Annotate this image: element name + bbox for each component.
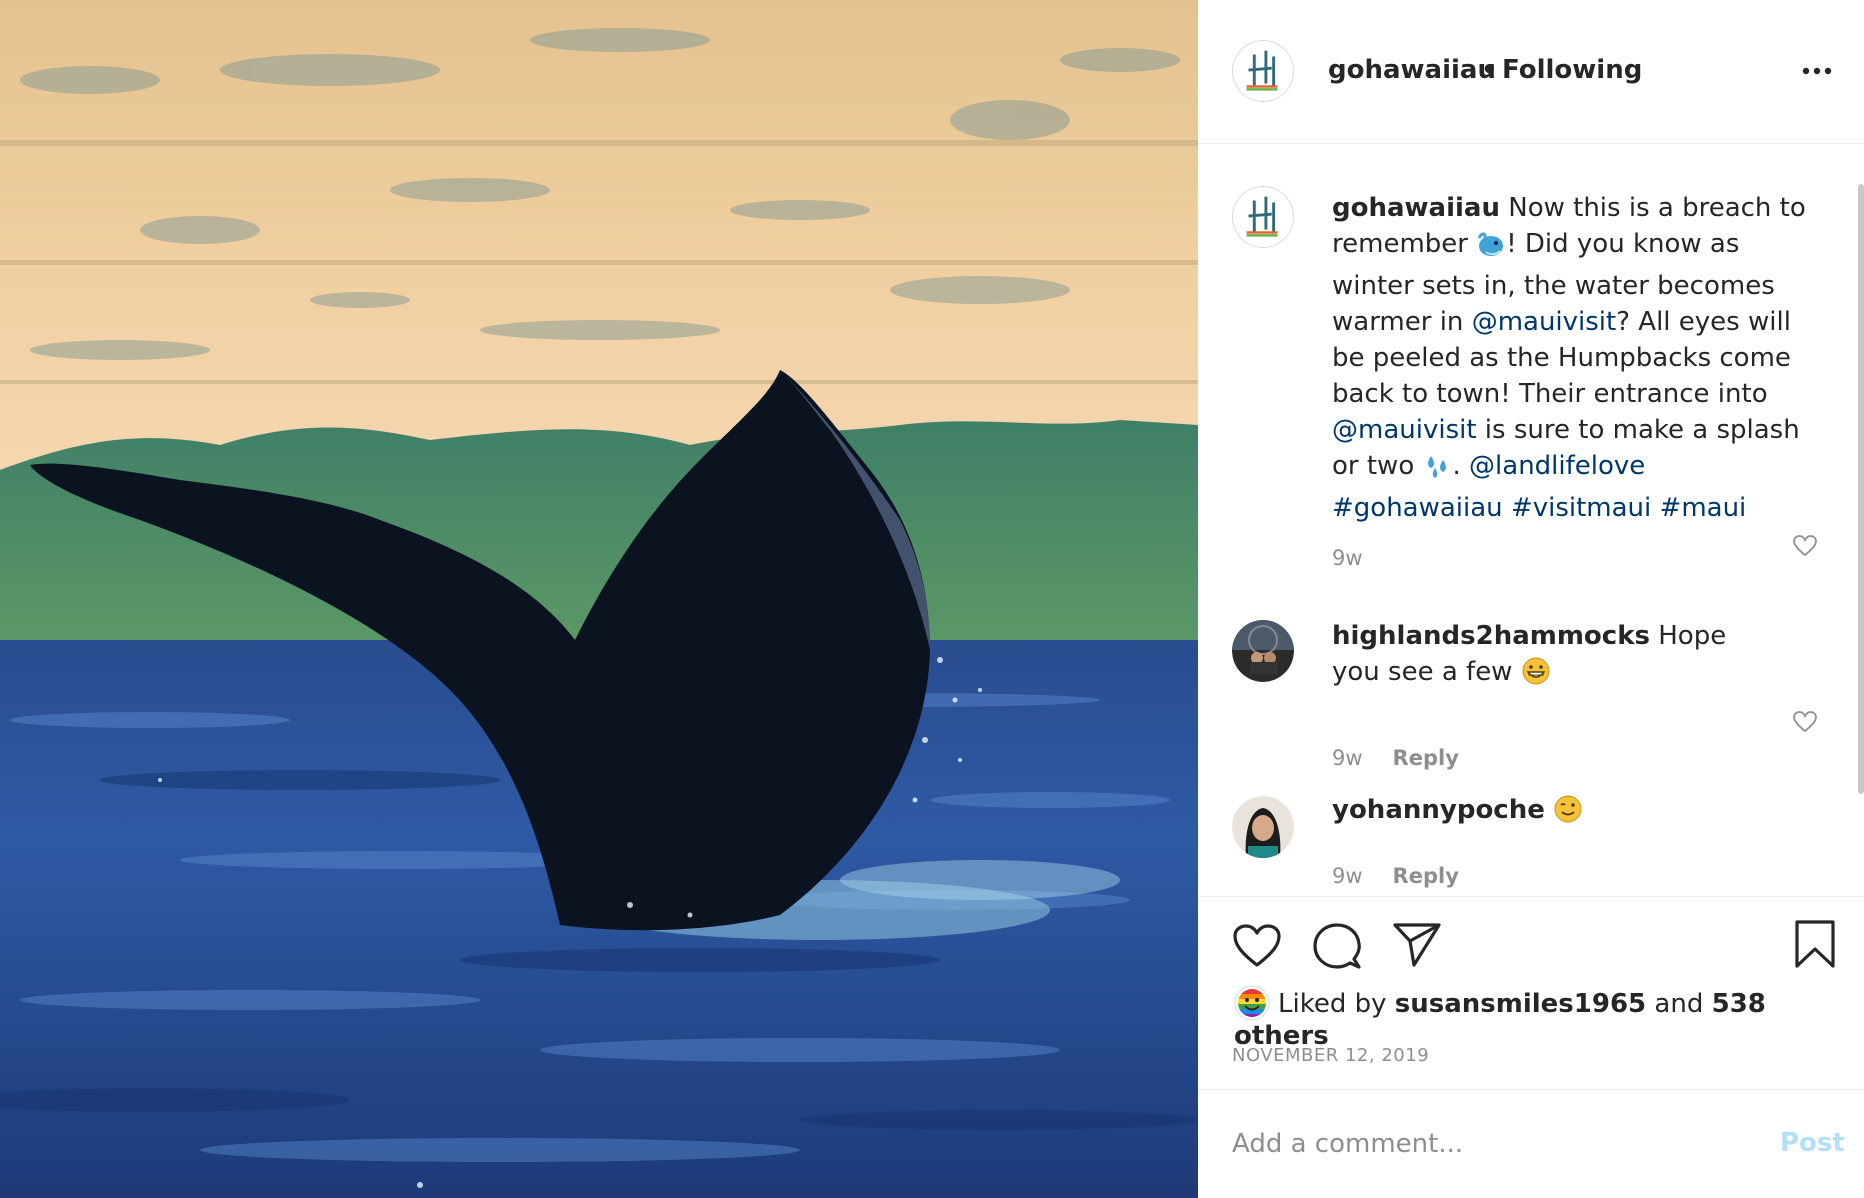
- comment-username[interactable]: yohannypoche: [1332, 795, 1545, 825]
- avatar-photo: [1232, 620, 1294, 682]
- post-username-link[interactable]: gohawaiiau: [1328, 55, 1496, 85]
- post-date[interactable]: NOVEMBER 12, 2019: [1232, 1045, 1429, 1066]
- liked-by-user-link[interactable]: susansmiles1965: [1395, 989, 1646, 1019]
- like-comment-heart-icon[interactable]: [1792, 710, 1818, 734]
- reply-button[interactable]: Reply: [1393, 864, 1459, 888]
- post-photo[interactable]: [0, 0, 1198, 1198]
- whale-emoji-icon: [1476, 230, 1506, 268]
- gohawaii-logo-icon: [1246, 196, 1278, 237]
- post-comment-button[interactable]: Post: [1780, 1128, 1845, 1158]
- like-comment-heart-icon[interactable]: [1792, 534, 1818, 558]
- like-heart-icon[interactable]: [1232, 923, 1282, 969]
- comments-list[interactable]: gohawaiiau Now this is a breach to remem…: [1198, 144, 1864, 896]
- winking-emoji-icon: [1553, 794, 1583, 834]
- reply-button[interactable]: Reply: [1393, 746, 1459, 770]
- likes-summary: Liked by susansmiles1965 and 538 others: [1234, 985, 1864, 1051]
- mention-link[interactable]: @landlifelove: [1469, 451, 1645, 481]
- caption-username[interactable]: gohawaiiau: [1332, 193, 1500, 223]
- post-caption: gohawaiiau Now this is a breach to remem…: [1332, 190, 1812, 526]
- grinning-emoji-icon: [1521, 656, 1551, 696]
- commenter-avatar[interactable]: [1232, 620, 1294, 682]
- hashtag-link[interactable]: #gohawaiiau: [1332, 493, 1503, 523]
- caption-timestamp: 9w: [1332, 546, 1363, 570]
- add-comment-bar: Post: [1198, 1089, 1864, 1198]
- post-side-panel: gohawaiiau • Following gohawaiiau Now th…: [1198, 0, 1864, 1198]
- add-comment-input[interactable]: [1232, 1126, 1712, 1162]
- likes-and: and: [1646, 989, 1712, 1019]
- hashtag-link[interactable]: #visitmaui: [1511, 493, 1651, 523]
- share-paper-plane-icon[interactable]: [1392, 921, 1442, 969]
- save-bookmark-icon[interactable]: [1794, 919, 1836, 969]
- comment-time: 9w: [1332, 746, 1363, 770]
- comment-body: highlands2hammocks Hope you see a few: [1332, 618, 1762, 696]
- mention-link[interactable]: @mauivisit: [1332, 415, 1477, 445]
- caption-text: .: [1452, 451, 1470, 481]
- more-options-icon[interactable]: [1802, 60, 1832, 82]
- caption-avatar[interactable]: [1232, 186, 1294, 248]
- whale-tail-photo: [0, 0, 1198, 1198]
- caption-time: 9w: [1332, 546, 1363, 570]
- profile-avatar[interactable]: [1232, 40, 1294, 102]
- comment-meta: 9w Reply: [1332, 746, 1459, 770]
- comment-username[interactable]: highlands2hammocks: [1332, 621, 1650, 651]
- post-header: gohawaiiau • Following: [1198, 0, 1864, 144]
- comment-body: yohannypoche: [1332, 792, 1762, 834]
- mention-link[interactable]: @mauivisit: [1472, 307, 1617, 337]
- splash-emoji-icon: [1423, 452, 1453, 490]
- comments-scrollbar[interactable]: [1858, 184, 1864, 794]
- rainbow-smiley-avatar-icon: [1234, 985, 1270, 1021]
- liker-avatar[interactable]: [1234, 985, 1270, 1021]
- commenter-avatar[interactable]: [1232, 796, 1294, 858]
- avatar-photo: [1232, 796, 1294, 858]
- comment-bubble-icon[interactable]: [1312, 921, 1362, 971]
- likes-prefix: Liked by: [1278, 989, 1395, 1019]
- following-button[interactable]: Following: [1502, 55, 1642, 85]
- separator-dot: •: [1481, 55, 1498, 85]
- comment-meta: 9w Reply: [1332, 864, 1459, 888]
- instagram-post-modal: gohawaiiau • Following gohawaiiau Now th…: [0, 0, 1864, 1198]
- gohawaii-logo-icon: [1246, 50, 1278, 91]
- post-actions: Liked by susansmiles1965 and 538 others …: [1198, 896, 1864, 1197]
- comment-time: 9w: [1332, 864, 1363, 888]
- hashtag-link[interactable]: #maui: [1660, 493, 1747, 523]
